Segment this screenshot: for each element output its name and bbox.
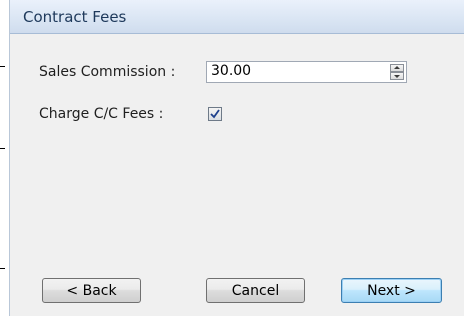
arrow-up-icon — [394, 66, 400, 69]
cancel-button[interactable]: Cancel — [206, 278, 305, 303]
charge-cc-fees-label: Charge C/C Fees : — [39, 106, 164, 122]
page-header: Contract Fees — [10, 0, 464, 34]
page-title: Contract Fees — [23, 8, 127, 26]
spin-down-button[interactable] — [390, 72, 404, 80]
sales-commission-value[interactable]: 30.00 — [211, 63, 251, 79]
left-tick — [0, 268, 5, 269]
spin-buttons — [390, 64, 404, 80]
left-tick — [0, 148, 5, 149]
checkmark-icon — [210, 109, 220, 119]
contract-fees-window: Contract Fees Sales Commission : 30.00 C… — [0, 0, 464, 316]
sales-commission-label: Sales Commission : — [39, 64, 176, 80]
next-button[interactable]: Next > — [341, 278, 442, 303]
left-edge — [0, 0, 8, 316]
spin-up-button[interactable] — [390, 64, 404, 72]
sales-commission-field[interactable]: 30.00 — [206, 61, 407, 83]
wizard-panel: Contract Fees Sales Commission : 30.00 C… — [9, 0, 464, 316]
left-tick — [0, 66, 5, 67]
arrow-down-icon — [394, 75, 400, 78]
back-button[interactable]: < Back — [42, 278, 141, 303]
charge-cc-fees-checkbox[interactable] — [208, 107, 222, 121]
